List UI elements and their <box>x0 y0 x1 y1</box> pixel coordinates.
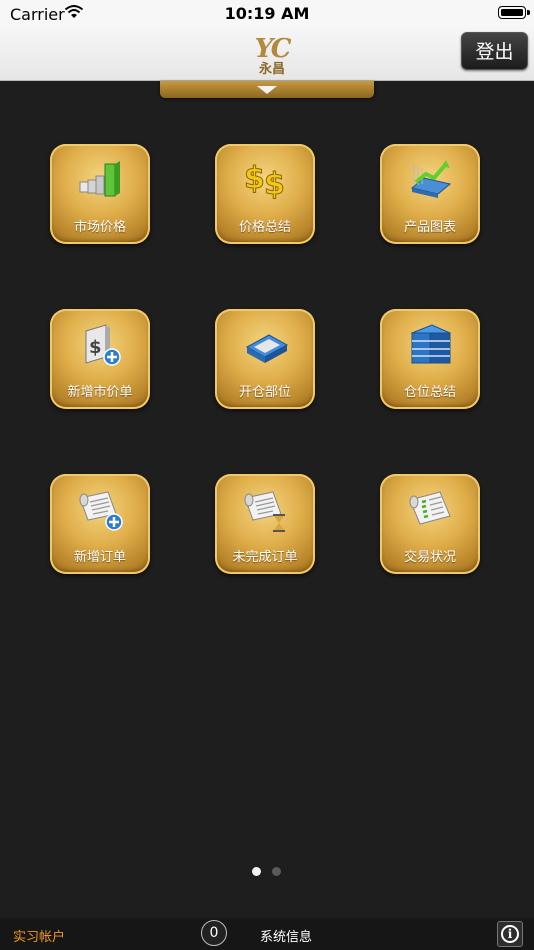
menu-item-product-chart[interactable]: 产品图表 <box>380 144 480 244</box>
open-position-icon <box>243 323 289 367</box>
menu-item-market-price[interactable]: 市场价格 <box>50 144 150 244</box>
add-order-icon <box>78 488 124 532</box>
bar-chart-icon <box>78 158 124 202</box>
menu-item-label: 新增市价单 <box>67 385 133 400</box>
add-market-order-icon: $ <box>78 323 124 367</box>
info-button[interactable]: i <box>497 921 523 947</box>
svg-text:$: $ <box>89 337 102 358</box>
logout-button[interactable]: 登出 <box>461 32 528 70</box>
logo-text: 永昌 <box>258 62 285 77</box>
menu-item-label: 仓位总结 <box>403 385 456 400</box>
menu-item-label: 产品图表 <box>403 220 456 235</box>
page-dot-active[interactable] <box>252 867 261 876</box>
menu-item-label: 市场价格 <box>73 220 126 235</box>
menu-item-price-summary[interactable]: $ $ 价格总结 <box>215 144 315 244</box>
app-logo: YC 永昌 <box>248 36 296 80</box>
message-count-badge[interactable]: 0 <box>201 920 227 946</box>
menu-item-label: 价格总结 <box>238 220 291 235</box>
menu-item-trade-status[interactable]: 交易状况 <box>380 474 480 574</box>
chevron-down-icon <box>257 86 277 94</box>
menu-item-label: 未完成订单 <box>232 550 298 565</box>
page-dot[interactable] <box>272 867 281 876</box>
line-chart-icon <box>408 158 454 202</box>
menu-item-new-order[interactable]: 新增订单 <box>50 474 150 574</box>
position-stack-icon <box>408 323 454 367</box>
menu-item-pending-order[interactable]: 未完成订单 <box>215 474 315 574</box>
battery-icon <box>498 6 530 19</box>
svg-text:$: $ <box>264 167 285 202</box>
nav-bar: YC 永昌 登出 <box>0 28 534 81</box>
trade-status-icon <box>408 488 454 532</box>
status-bar: Carrier 10:19 AM <box>0 0 534 28</box>
menu-item-label: 开仓部位 <box>238 385 291 400</box>
clock: 10:19 AM <box>224 4 310 23</box>
info-icon: i <box>501 925 519 943</box>
system-info-label[interactable]: 系统信息 <box>260 926 312 945</box>
menu-item-new-market-order[interactable]: $ 新增市价单 <box>50 309 150 409</box>
menu-item-open-position[interactable]: 开仓部位 <box>215 309 315 409</box>
dollar-signs-icon: $ $ <box>243 158 289 203</box>
pending-order-icon <box>243 488 289 532</box>
bottom-bar: 实习帐户 0 系统信息 i <box>0 918 534 950</box>
menu-item-position-summary[interactable]: 仓位总结 <box>380 309 480 409</box>
menu-item-label: 新增订单 <box>73 550 126 565</box>
svg-text:$: $ <box>244 161 265 196</box>
logo-mark: YC <box>254 34 292 64</box>
pull-down-tab[interactable] <box>160 81 374 98</box>
menu-item-label: 交易状况 <box>403 550 456 565</box>
account-type-label: 实习帐户 <box>13 930 66 945</box>
